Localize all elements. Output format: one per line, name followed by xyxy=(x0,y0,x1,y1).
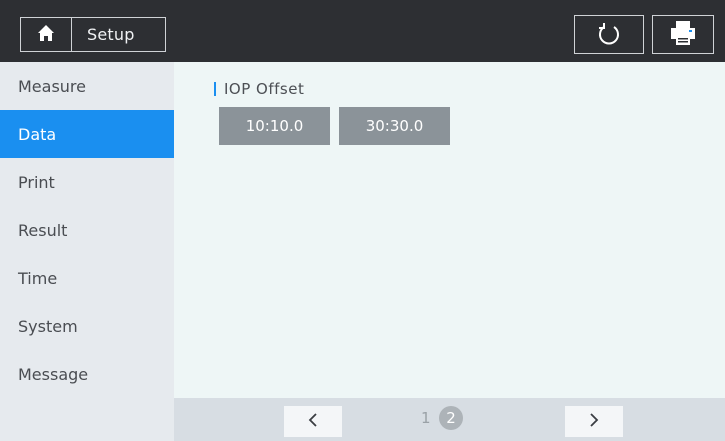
footer-sidebar-area xyxy=(0,398,174,441)
chevron-right-icon xyxy=(588,412,600,432)
prev-page-button[interactable] xyxy=(284,406,342,437)
print-button[interactable] xyxy=(652,15,714,54)
pager: 1 2 xyxy=(174,398,725,441)
page-title: Setup xyxy=(87,25,135,44)
refresh-button[interactable] xyxy=(574,15,644,54)
page-number-2-current[interactable]: 2 xyxy=(439,406,463,430)
sidebar: Measure Data Print Result Time System Me… xyxy=(0,62,174,398)
sidebar-item-label: Message xyxy=(18,364,89,384)
iop-offset-option-1[interactable]: 10:10.0 xyxy=(219,107,330,145)
sidebar-item-print[interactable]: Print xyxy=(0,158,174,206)
page-number-1[interactable]: 1 xyxy=(421,409,431,427)
printer-icon xyxy=(668,19,698,51)
sidebar-item-system[interactable]: System xyxy=(0,302,174,350)
iop-offset-option-2[interactable]: 30:30.0 xyxy=(339,107,450,145)
sidebar-item-label: Print xyxy=(18,172,55,192)
sidebar-item-time[interactable]: Time xyxy=(0,254,174,302)
refresh-icon xyxy=(596,20,622,50)
sidebar-item-message[interactable]: Message xyxy=(0,350,174,398)
sidebar-item-label: Data xyxy=(18,124,57,144)
home-button[interactable] xyxy=(21,18,72,51)
section-header: IOP Offset xyxy=(214,80,304,98)
header-bar: Setup xyxy=(0,0,725,62)
next-page-button[interactable] xyxy=(565,406,623,437)
section-accent-bar xyxy=(214,82,216,96)
sidebar-item-label: System xyxy=(18,316,78,336)
section-title: IOP Offset xyxy=(224,80,305,98)
sidebar-item-measure[interactable]: Measure xyxy=(0,62,174,110)
footer-bar: 1 2 xyxy=(0,398,725,441)
main-content: IOP Offset 10:10.0 30:30.0 xyxy=(174,62,725,398)
sidebar-item-label: Time xyxy=(18,268,58,288)
sidebar-item-label: Result xyxy=(18,220,68,240)
sidebar-item-result[interactable]: Result xyxy=(0,206,174,254)
home-icon xyxy=(37,24,55,46)
chevron-left-icon xyxy=(307,412,319,432)
home-title-group: Setup xyxy=(20,17,166,52)
sidebar-item-label: Measure xyxy=(18,76,86,96)
sidebar-item-data[interactable]: Data xyxy=(0,110,174,158)
